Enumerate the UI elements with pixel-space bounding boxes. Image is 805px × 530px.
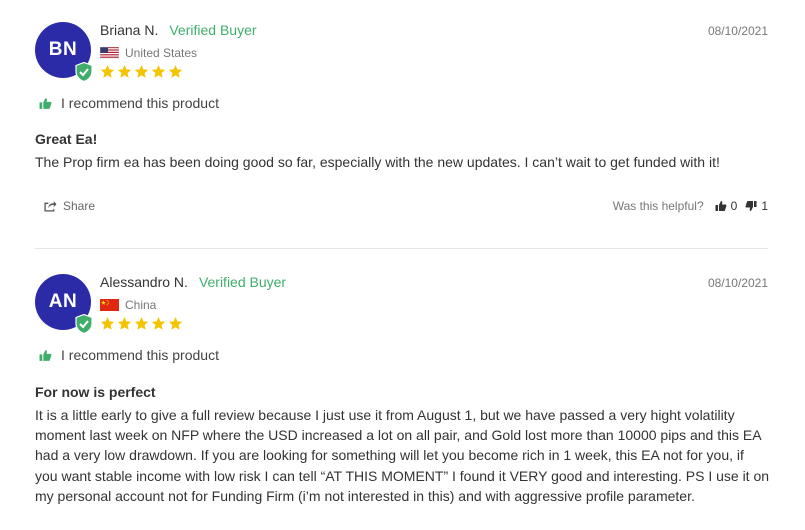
helpful-question: Was this helpful? [612, 199, 704, 213]
review-date: 08/10/2021 [707, 24, 768, 38]
thumbs-up-icon [39, 349, 52, 361]
recommend-text: I recommend this product [61, 347, 219, 363]
thumbs-up-icon [39, 97, 52, 109]
recommend-line: I recommend this product [39, 95, 219, 111]
star-icon [134, 64, 149, 78]
star-icon [100, 316, 115, 330]
review-title: For now is perfect [35, 384, 156, 400]
review-footer: Share Was this helpful? 0 1 [35, 199, 768, 215]
reviewer-country: United States [125, 46, 198, 60]
helpful-votes: Was this helpful? 0 1 [613, 199, 768, 213]
reviewer-name: Briana N. [100, 22, 159, 38]
star-icon [134, 316, 149, 330]
us-flag-icon [100, 47, 119, 59]
star-rating [100, 316, 768, 331]
thumbs-down-icon [745, 201, 757, 211]
share-button[interactable]: Share [44, 199, 95, 213]
review-title: Great Ea! [35, 131, 98, 147]
star-icon [117, 64, 132, 78]
thumbs-down-count: 1 [761, 199, 768, 213]
star-icon [100, 64, 115, 78]
star-icon [168, 316, 183, 330]
verified-buyer-label: Verified Buyer [169, 22, 257, 38]
reviewer-name: Alessandro N. [100, 274, 188, 290]
star-icon [117, 316, 132, 330]
thumbs-up-count: 0 [730, 199, 738, 213]
china-flag-icon [100, 299, 119, 311]
star-icon [151, 64, 166, 78]
star-icon [151, 316, 166, 330]
review-header: Briana N. Verified Buyer 08/10/2021 Unit… [100, 22, 768, 79]
review-date: 08/10/2021 [707, 276, 768, 290]
recommend-line: I recommend this product [39, 347, 219, 363]
verified-buyer-label: Verified Buyer [198, 274, 287, 290]
thumbs-up-icon [715, 201, 727, 211]
star-rating [100, 64, 768, 79]
review-header: Alessandro N. Verified Buyer 08/10/2021 … [100, 274, 768, 331]
star-icon [168, 64, 183, 78]
verified-badge-icon [75, 62, 93, 82]
avatar: BN [35, 22, 93, 82]
share-icon [44, 201, 57, 212]
review-body: It is a little early to give a full revi… [35, 407, 770, 504]
reviewer-country: China [125, 298, 157, 312]
thumbs-down-vote-button[interactable]: 1 [745, 199, 768, 213]
share-label: Share [63, 199, 96, 213]
review-body: The Prop firm ea has been doing good so … [35, 154, 720, 170]
review-divider [35, 248, 768, 249]
recommend-text: I recommend this product [61, 95, 219, 111]
thumbs-up-vote-button[interactable]: 0 [715, 199, 738, 213]
avatar: AN [35, 274, 93, 334]
verified-badge-icon [75, 314, 93, 334]
